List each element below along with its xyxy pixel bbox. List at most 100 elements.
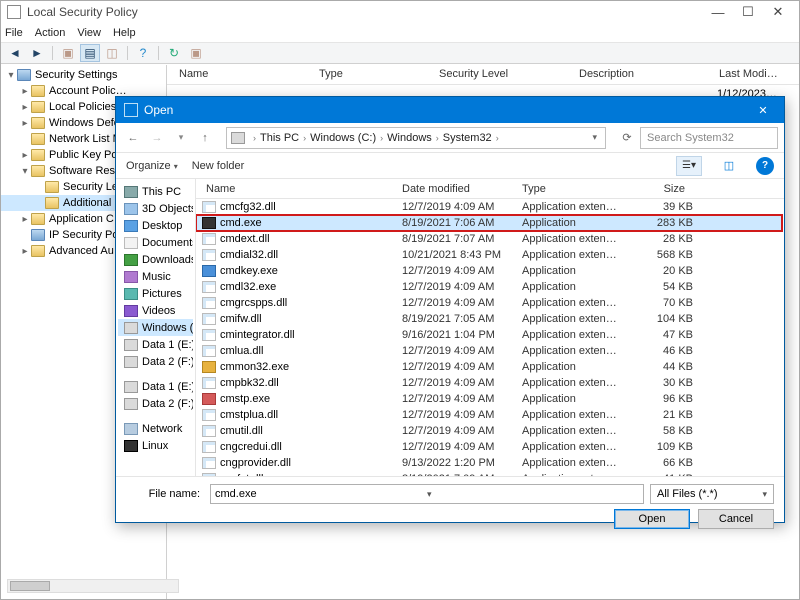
breadcrumb-seg-1[interactable]: Windows (C:) (310, 132, 376, 144)
file-row[interactable]: cmcfg32.dll12/7/2019 4:09 AMApplication … (196, 199, 782, 215)
places-item[interactable]: Data 2 (F:) (118, 395, 193, 412)
filename-dropdown[interactable]: ▾ (427, 489, 639, 500)
up-button[interactable]: ▣ (58, 44, 78, 62)
dialog-icon (124, 103, 138, 117)
file-row[interactable]: cmgrcspps.dll12/7/2019 4:09 AMApplicatio… (196, 295, 782, 311)
col-name[interactable]: Name (179, 65, 319, 84)
view-details-button[interactable]: ☰▾ (676, 156, 702, 176)
breadcrumb-seg-0[interactable]: This PC (260, 132, 299, 144)
dialog-toolbar: Organize ▾ New folder ☰▾ ◫ ? (116, 153, 784, 179)
col-security-level[interactable]: Security Level (439, 65, 579, 84)
file-row[interactable]: cmstp.exe12/7/2019 4:09 AMApplication96 … (196, 391, 782, 407)
file-row[interactable]: cmdl32.exe12/7/2019 4:09 AMApplication54… (196, 279, 782, 295)
menu-action[interactable]: Action (35, 27, 66, 39)
places-item[interactable]: Data 2 (F:) (118, 353, 193, 370)
places-item[interactable]: Windows (C:) (118, 319, 193, 336)
filter-value: All Files (*.*) (657, 488, 762, 500)
file-column-headers[interactable]: Name Date modified Type Size (196, 179, 784, 199)
dialog-titlebar: Open ✕ (116, 97, 784, 123)
refresh-button[interactable]: ↻ (164, 44, 184, 62)
forward-button[interactable]: ► (27, 44, 47, 62)
export-button[interactable]: ◫ (102, 44, 122, 62)
file-list-area: Name Date modified Type Size cmcfg32.dll… (196, 179, 784, 476)
file-row[interactable]: cngprovider.dll9/13/2022 1:20 PMApplicat… (196, 455, 782, 471)
minimize-button[interactable]: — (703, 2, 733, 22)
menu-file[interactable]: File (5, 27, 23, 39)
menu-help[interactable]: Help (113, 27, 136, 39)
places-item[interactable]: Downloads (118, 251, 193, 268)
file-row[interactable]: cmdial32.dll10/21/2021 8:43 PMApplicatio… (196, 247, 782, 263)
show-hide-button[interactable]: ▤ (80, 44, 100, 62)
close-button[interactable]: ✕ (763, 2, 793, 22)
help-button[interactable]: ? (133, 44, 153, 62)
file-row[interactable]: cngcredui.dll12/7/2019 4:09 AMApplicatio… (196, 439, 782, 455)
file-row[interactable]: cmpbk32.dll12/7/2019 4:09 AMApplication … (196, 375, 782, 391)
col-last-modified[interactable]: Last Modi… (719, 65, 789, 84)
places-item[interactable]: Pictures (118, 285, 193, 302)
col-file-type[interactable]: Type (522, 183, 637, 195)
filename-value: cmd.exe (215, 488, 427, 500)
breadcrumb-seg-2[interactable]: Windows (387, 132, 432, 144)
places-item[interactable]: Music (118, 268, 193, 285)
pc-icon (231, 132, 245, 144)
open-button[interactable]: Open (614, 509, 690, 529)
app-icon (7, 5, 21, 19)
open-dialog: Open ✕ ← → ▾ ↑ › This PC › Windows (C:) … (115, 96, 785, 523)
col-file-date[interactable]: Date modified (402, 183, 522, 195)
nav-back-button[interactable]: ← (122, 127, 144, 149)
file-row[interactable]: cmintegrator.dll9/16/2021 1:04 PMApplica… (196, 327, 782, 343)
properties-button[interactable]: ▣ (186, 44, 206, 62)
file-row[interactable]: cnvfat.dll8/19/2021 7:09 AMApplication e… (196, 471, 782, 476)
menubar: File Action View Help (1, 23, 799, 42)
breadcrumb-dropdown[interactable]: ▾ (588, 132, 601, 143)
menu-view[interactable]: View (77, 27, 101, 39)
help-icon[interactable]: ? (756, 157, 774, 175)
col-type[interactable]: Type (319, 65, 439, 84)
places-item[interactable]: Data 1 (E:) (118, 378, 193, 395)
nav-recent-button[interactable]: ▾ (170, 127, 192, 149)
filename-label: File name: (126, 488, 204, 500)
back-button[interactable]: ◄ (5, 44, 25, 62)
file-list[interactable]: cmcfg32.dll12/7/2019 4:09 AMApplication … (196, 199, 784, 476)
places-item[interactable]: Desktop (118, 217, 193, 234)
refresh-button[interactable]: ⟳ (616, 127, 638, 149)
filename-input[interactable]: cmd.exe ▾ (210, 484, 644, 504)
organize-menu[interactable]: Organize ▾ (126, 160, 178, 172)
nav-up-button[interactable]: ↑ (194, 127, 216, 149)
nav-forward-button[interactable]: → (146, 127, 168, 149)
col-file-size[interactable]: Size (637, 183, 697, 195)
places-item[interactable]: Linux (118, 437, 193, 454)
file-row[interactable]: cmmon32.exe12/7/2019 4:09 AMApplication4… (196, 359, 782, 375)
filetype-filter[interactable]: All Files (*.*) ▾ (650, 484, 774, 504)
column-headers[interactable]: Name Type Security Level Description Las… (167, 65, 799, 85)
file-row[interactable]: cmlua.dll12/7/2019 4:09 AMApplication ex… (196, 343, 782, 359)
places-item[interactable]: 3D Objects (118, 200, 193, 217)
dialog-navbar: ← → ▾ ↑ › This PC › Windows (C:) › Windo… (116, 123, 784, 153)
breadcrumb[interactable]: › This PC › Windows (C:) › Windows › Sys… (226, 127, 606, 149)
dialog-footer: File name: cmd.exe ▾ All Files (*.*) ▾ O… (116, 476, 784, 522)
file-row[interactable]: cmstplua.dll12/7/2019 4:09 AMApplication… (196, 407, 782, 423)
places-item[interactable]: Videos (118, 302, 193, 319)
tree-item[interactable]: ▾Security Settings (1, 67, 166, 83)
maximize-button[interactable]: ☐ (733, 2, 763, 22)
tree-hscrollbar[interactable] (7, 579, 179, 593)
file-row[interactable]: cmifw.dll8/19/2021 7:05 AMApplication ex… (196, 311, 782, 327)
places-item[interactable]: This PC (118, 183, 193, 200)
dialog-close-button[interactable]: ✕ (750, 99, 776, 121)
preview-toggle-button[interactable]: ◫ (716, 156, 742, 176)
newfolder-button[interactable]: New folder (192, 160, 245, 172)
file-row[interactable]: cmd.exe8/19/2021 7:06 AMApplication283 K… (196, 215, 782, 231)
breadcrumb-seg-3[interactable]: System32 (443, 132, 492, 144)
file-row[interactable]: cmdkey.exe12/7/2019 4:09 AMApplication20… (196, 263, 782, 279)
places-item[interactable]: Data 1 (E:) (118, 336, 193, 353)
col-file-name[interactable]: Name (202, 183, 402, 195)
file-row[interactable]: cmutil.dll12/7/2019 4:09 AMApplication e… (196, 423, 782, 439)
places-item[interactable]: Documents (118, 234, 193, 251)
cancel-button[interactable]: Cancel (698, 509, 774, 529)
dialog-title: Open (144, 103, 750, 117)
search-input[interactable]: Search System32 (640, 127, 778, 149)
col-description[interactable]: Description (579, 65, 719, 84)
file-row[interactable]: cmdext.dll8/19/2021 7:07 AMApplication e… (196, 231, 782, 247)
places-item[interactable]: Network (118, 420, 193, 437)
places-pane[interactable]: This PC3D ObjectsDesktopDocumentsDownloa… (116, 179, 196, 476)
